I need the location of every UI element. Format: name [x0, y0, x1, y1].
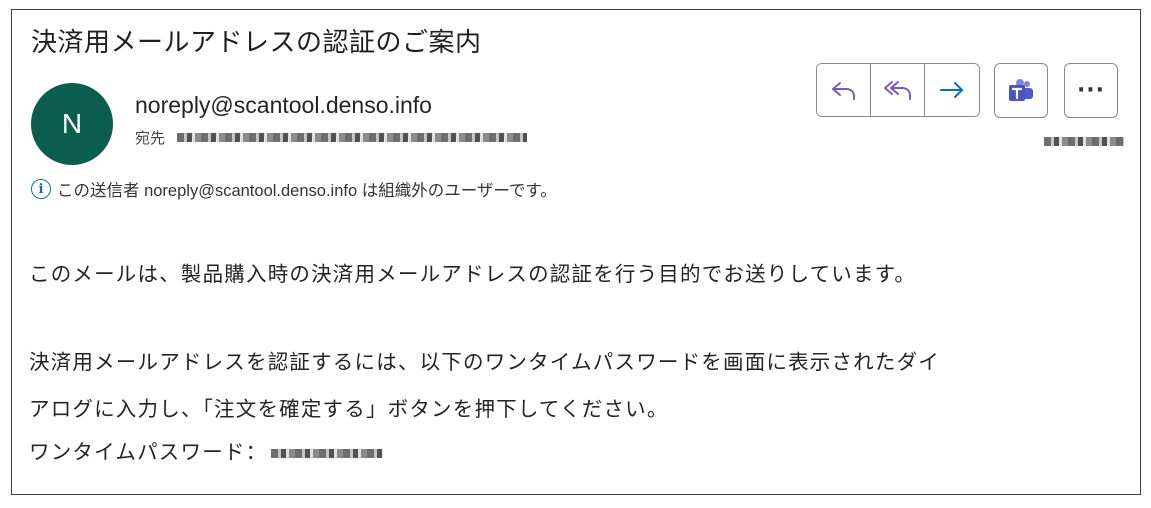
redacted-otp[interactable] [271, 448, 384, 458]
otp-row: ワンタイムパスワード： [29, 435, 384, 465]
email-subject: 決済用メールアドレスの認証のご案内 [31, 28, 482, 58]
external-sender-notice: i この送信者 noreply@scantool.denso.info は組織外… [31, 177, 557, 201]
otp-label: ワンタイムパスワード： [29, 440, 268, 464]
sender-avatar[interactable]: N [31, 83, 113, 165]
reply-button[interactable] [817, 64, 871, 116]
body-paragraph-2-line-1: 決済用メールアドレスを認証するには、以下のワンタイムパスワードを画面に表示された… [29, 350, 940, 374]
more-icon: ··· [1076, 78, 1106, 103]
info-icon: i [31, 179, 51, 199]
body-paragraph-2-line-2: アログに入力し、「注文を確定する」ボタンを押下してください。 [29, 397, 669, 421]
to-label: 宛先 [135, 129, 166, 147]
more-actions-button[interactable]: ··· [1064, 63, 1118, 118]
teams-icon [1009, 78, 1033, 101]
redacted-recipients[interactable] [177, 133, 528, 142]
forward-button[interactable] [925, 64, 979, 116]
external-sender-text: この送信者 noreply@scantool.denso.info は組織外のユ… [57, 182, 557, 200]
avatar-initial: N [61, 108, 83, 139]
forward-icon [940, 82, 963, 98]
share-to-teams-button[interactable] [994, 63, 1048, 118]
reply-all-button[interactable] [871, 64, 925, 116]
reply-icon [831, 82, 855, 100]
reply-all-icon [883, 81, 911, 100]
redacted-date [1044, 137, 1124, 146]
message-actions: ··· [816, 63, 1118, 118]
sender-email[interactable]: noreply@scantool.denso.info [135, 92, 432, 119]
reply-button-group [816, 63, 980, 117]
body-paragraph-1: このメールは、製品購入時の決済用メールアドレスの認証を行う目的でお送りしています… [29, 262, 917, 286]
recipient-row: 宛先 [135, 127, 528, 148]
